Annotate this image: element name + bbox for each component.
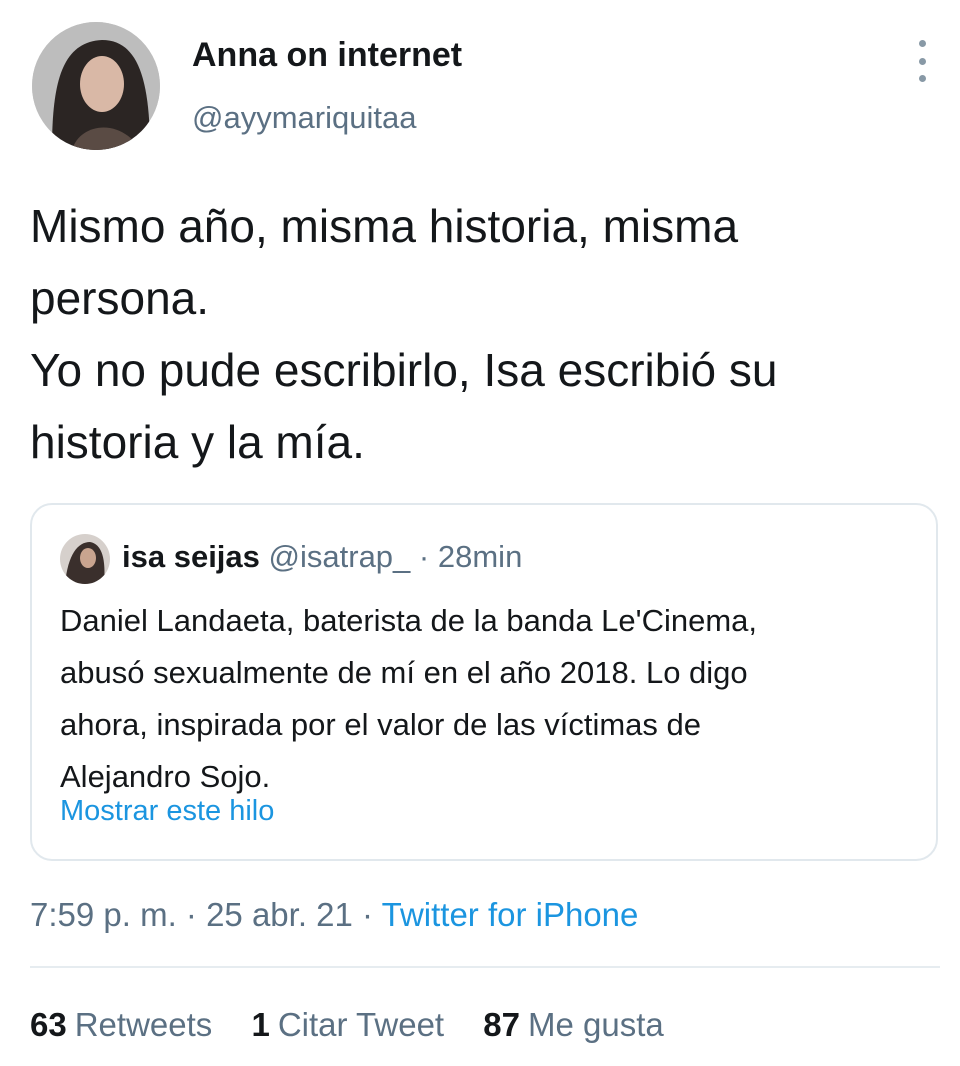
retweets-label: Retweets — [74, 1006, 213, 1043]
quote-tweets-count: 1 — [251, 1006, 270, 1043]
tweet-date[interactable]: 25 abr. 21 — [206, 896, 353, 933]
tweet-timestamp: 7:59 p. m. · 25 abr. 21 · Twitter for iP… — [30, 896, 638, 934]
quote-tweets-stat[interactable]: 1 Citar Tweet — [251, 1006, 444, 1044]
likes-stat[interactable]: 87 Me gusta — [483, 1006, 663, 1044]
show-thread-link[interactable]: Mostrar este hilo — [60, 795, 274, 828]
tweet-source-link[interactable]: Twitter for iPhone — [382, 896, 639, 933]
tweet-text: Mismo año, misma historia, misma persona… — [30, 200, 778, 468]
more-vertical-icon[interactable] — [910, 40, 934, 82]
quoted-author-handle: @isatrap_ — [268, 539, 411, 574]
timestamp-separator: · — [352, 896, 382, 933]
tweet-stats: 63 Retweets 1 Citar Tweet 87 Me gusta — [30, 1006, 694, 1044]
quoted-tweet-text: Daniel Landaeta, baterista de la banda L… — [60, 603, 758, 794]
quoted-author-name: isa seijas — [122, 539, 260, 574]
likes-label: Me gusta — [528, 1006, 664, 1043]
timestamp-separator: · — [176, 896, 207, 933]
quoted-tweet-time: 28min — [437, 539, 523, 574]
quoted-tweet[interactable]: isa seijas @isatrap_ · 28min Daniel Land… — [30, 503, 938, 861]
quoted-tweet-meta: isa seijas @isatrap_ · 28min — [122, 539, 522, 575]
likes-count: 87 — [483, 1006, 520, 1043]
retweets-count: 63 — [30, 1006, 67, 1043]
divider — [30, 966, 940, 968]
quote-tweets-label: Citar Tweet — [277, 1006, 445, 1043]
tweet-time[interactable]: 7:59 p. m. — [30, 896, 177, 933]
quoted-meta-separator: · — [418, 539, 430, 574]
quoted-author-avatar — [60, 534, 110, 584]
author-avatar[interactable] — [32, 22, 160, 150]
author-handle[interactable]: @ayymariquitaa — [192, 100, 416, 136]
tweet-header: Anna on internet @ayymariquitaa — [0, 0, 960, 170]
author-name[interactable]: Anna on internet — [192, 36, 462, 75]
retweets-stat[interactable]: 63 Retweets — [30, 1006, 212, 1044]
